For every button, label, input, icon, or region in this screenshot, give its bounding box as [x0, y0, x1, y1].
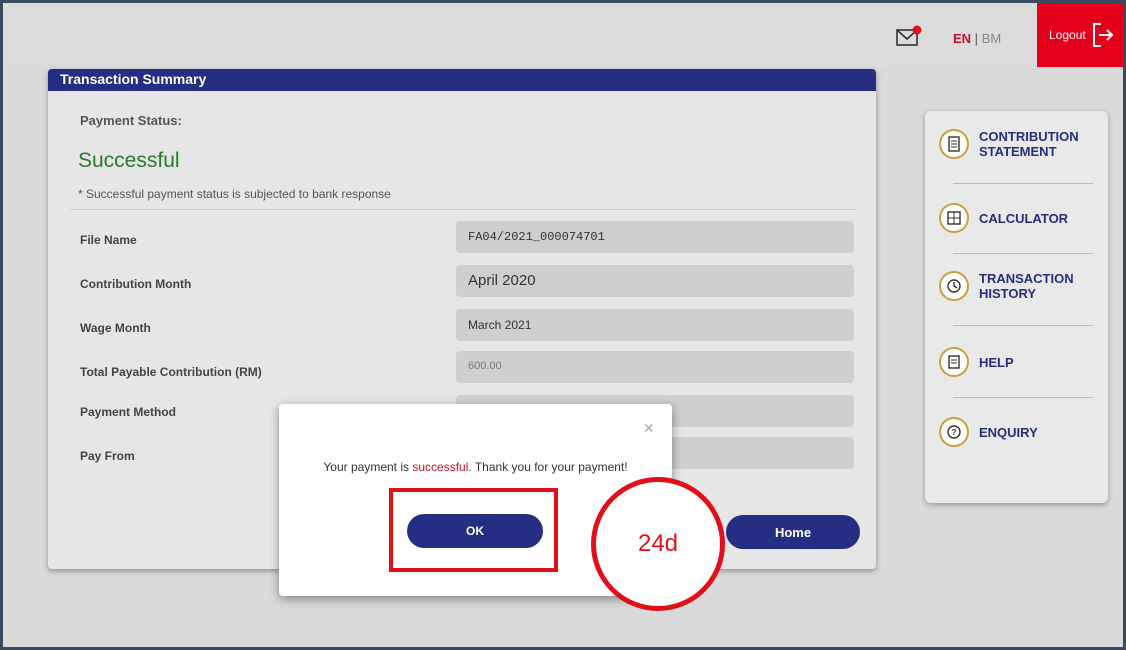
- wage-month-label: Wage Month: [80, 321, 151, 335]
- menu-contribution-statement[interactable]: CONTRIBUTION STATEMENT: [939, 129, 1094, 159]
- modal-message-suffix: . Thank you for your payment!: [468, 460, 628, 474]
- payment-method-label: Payment Method: [80, 405, 177, 419]
- payment-status-label: Payment Status:: [80, 113, 182, 128]
- menu-label: TRANSACTION HISTORY: [979, 271, 1074, 301]
- menu-divider: [953, 397, 1093, 398]
- menu-transaction-history[interactable]: TRANSACTION HISTORY: [939, 271, 1094, 301]
- menu-enquiry[interactable]: ? ENQUIRY: [939, 417, 1094, 447]
- logout-label: Logout: [1049, 28, 1086, 42]
- payment-status-note: * Successful payment status is subjected…: [78, 187, 391, 201]
- menu-divider: [953, 325, 1093, 326]
- lang-separator: |: [971, 31, 982, 46]
- home-button[interactable]: Home: [726, 515, 860, 549]
- total-payable-field: 600.00: [456, 351, 854, 383]
- menu-label: HELP: [979, 354, 1014, 370]
- pay-from-label: Pay From: [80, 449, 135, 463]
- step-callout: 24d: [591, 477, 725, 611]
- lang-en-link[interactable]: EN: [953, 31, 971, 46]
- modal-message-highlight: successful: [412, 460, 469, 474]
- menu-label: CONTRIBUTION STATEMENT: [979, 129, 1079, 159]
- total-payable-label: Total Payable Contribution (RM): [80, 365, 262, 379]
- menu-label: ENQUIRY: [979, 424, 1038, 440]
- menu-help[interactable]: HELP: [939, 347, 1094, 377]
- wage-month-field: March 2021: [456, 309, 854, 341]
- logout-button[interactable]: Logout: [1037, 3, 1123, 67]
- menu-divider: [953, 183, 1093, 184]
- modal-message-prefix: Your payment is: [323, 460, 413, 474]
- calculator-icon: [939, 203, 969, 233]
- statement-icon: [939, 129, 969, 159]
- svg-text:?: ?: [952, 428, 957, 437]
- lang-bm-link[interactable]: BM: [982, 31, 1002, 46]
- menu-divider: [953, 253, 1093, 254]
- file-name-label: File Name: [80, 233, 137, 247]
- close-icon[interactable]: ×: [643, 418, 654, 439]
- enquiry-icon: ?: [939, 417, 969, 447]
- ok-highlight-box: [389, 488, 558, 572]
- top-bar: EN | BM Logout: [3, 3, 1123, 67]
- help-icon: [939, 347, 969, 377]
- logout-icon: [1092, 23, 1114, 47]
- app-frame: EN | BM Logout Transaction Summary Payme…: [0, 0, 1126, 650]
- contribution-month-label: Contribution Month: [80, 277, 192, 291]
- menu-calculator[interactable]: CALCULATOR: [939, 203, 1094, 233]
- menu-label: CALCULATOR: [979, 210, 1069, 226]
- side-menu: CONTRIBUTION STATEMENT CALCULATOR TRANSA…: [925, 111, 1108, 503]
- card-title: Transaction Summary: [48, 69, 876, 91]
- language-switcher: EN | BM: [953, 31, 1001, 46]
- contribution-month-field: April 2020: [456, 265, 854, 297]
- history-icon: [939, 271, 969, 301]
- divider: [70, 209, 856, 210]
- file-name-field: FA04/2021_000074701: [456, 221, 854, 253]
- payment-status-value: Successful: [78, 149, 180, 172]
- mail-icon[interactable]: [896, 25, 922, 47]
- modal-message: Your payment is successful. Thank you fo…: [279, 460, 672, 474]
